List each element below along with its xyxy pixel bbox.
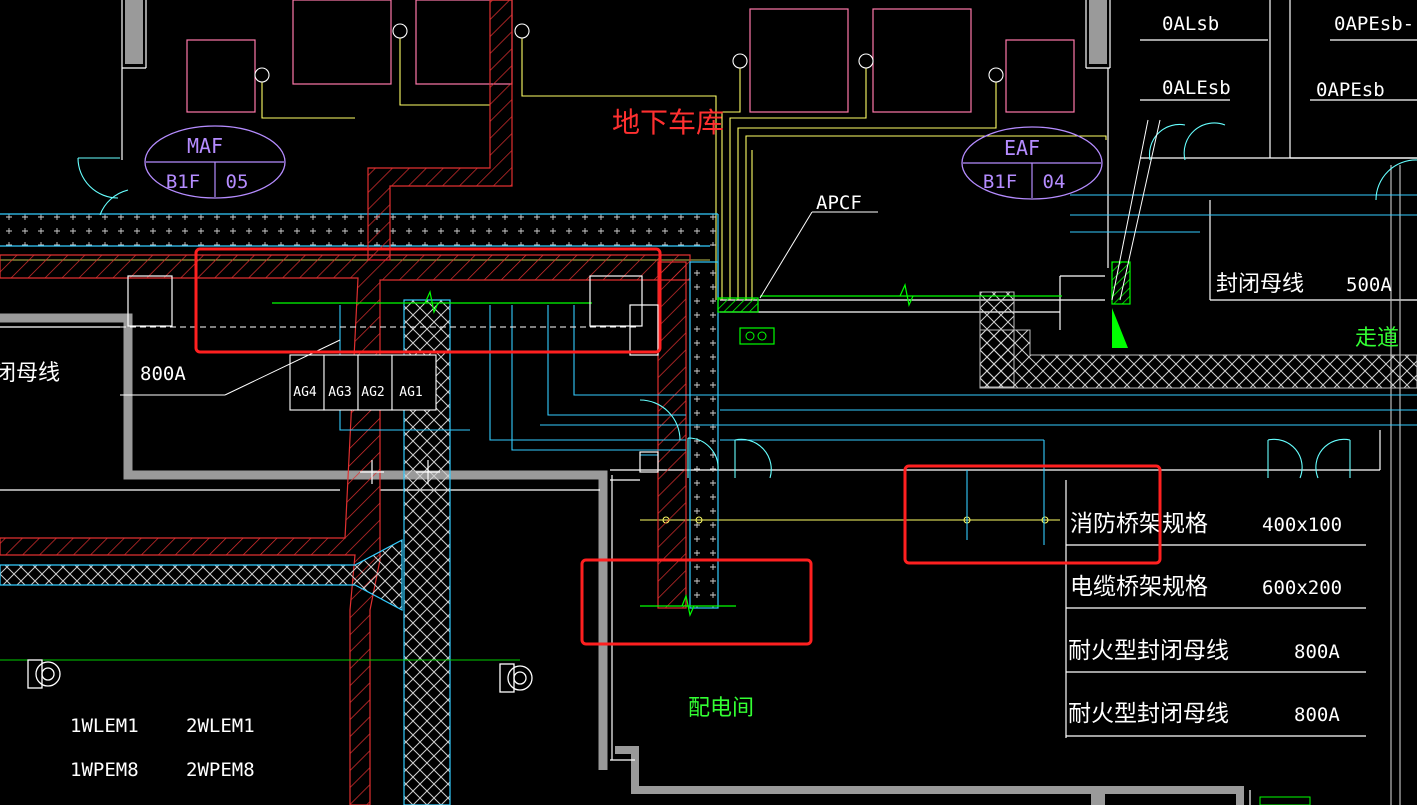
legend-value: 600x200 (1262, 577, 1342, 599)
room-tag-floor: B1F (983, 171, 1017, 193)
legend-name: 消防桥架规格 (1070, 511, 1208, 537)
busbar-top-rating: 500A (1346, 274, 1392, 296)
room-tag-num: 05 (226, 171, 249, 193)
light-fixture-icon (732, 53, 748, 69)
panel-label-oalsb: 0ALsb (1162, 13, 1219, 35)
door-icon (734, 438, 772, 479)
light-fixture-icon (392, 23, 408, 39)
light-fixture-icon (254, 67, 270, 83)
equipment-box (186, 39, 256, 113)
room-tag-name: MAF (187, 134, 223, 158)
right-panel (1111, 119, 1161, 348)
apcf-label: APCF (816, 192, 862, 214)
legend-table: 消防桥架规格 400x100 电缆桥架规格 600x200 耐火型封闭母线 80… (1068, 511, 1342, 727)
equipment-boxes (186, 0, 1075, 113)
room-label: 配电间 (688, 696, 754, 721)
door-icon (77, 157, 120, 199)
legend-value: 800A (1294, 641, 1340, 663)
room-tag-name: EAF (1004, 136, 1040, 160)
light-fixture-icon (858, 53, 874, 69)
light-fixture-icon (988, 67, 1004, 83)
room-tag-maf: MAF B1F 05 (144, 125, 286, 199)
ag-label: AG3 (328, 385, 351, 400)
ag-label: AG1 (399, 385, 422, 400)
meter-label: 2WPEM8 (186, 759, 255, 781)
ag-label: AG4 (293, 385, 317, 400)
area-title-label: 地下车库 (612, 106, 724, 139)
door-icon (1375, 159, 1417, 201)
equipment-box (1005, 39, 1075, 113)
light-fixtures (254, 23, 1004, 83)
equipment-box (749, 8, 849, 113)
door-icon (1148, 122, 1226, 161)
panel-label-alesb: 0ALEsb (1162, 77, 1231, 99)
panel-label-oapesb-minus: 0APEsb- (1334, 13, 1414, 35)
corridor-label: 走道 (1355, 326, 1399, 351)
meter-label: 1WLEM1 (70, 715, 139, 737)
apcf-panel (717, 211, 878, 345)
room-tag-eaf: EAF B1F 04 (961, 126, 1103, 200)
wall-bottom (615, 746, 1244, 805)
meter-icon (27, 659, 61, 689)
meters (27, 659, 533, 693)
cad-drawing-canvas[interactable]: MAF B1F 05 EAF B1F 04 AG4 AG3 AG2 AG1 0A… (0, 0, 1417, 805)
legend-value: 800A (1294, 704, 1340, 726)
busbar-left-label: 闭母线 (0, 361, 60, 386)
light-fixture-icon (514, 23, 530, 39)
equipment-box (872, 8, 972, 113)
equipment-box (292, 0, 392, 85)
meter-label: 2WLEM1 (186, 715, 255, 737)
room-tag-floor: B1F (166, 171, 200, 193)
legend-name: 耐火型封闭母线 (1068, 638, 1229, 664)
legend-value: 400x100 (1262, 514, 1342, 536)
panel-label-apesb: 0APEsb (1316, 79, 1385, 101)
busbar-top-label: 封闭母线 (1216, 272, 1304, 297)
room-tag-num: 04 (1043, 171, 1066, 193)
meter-icon (499, 663, 533, 693)
legend-name: 电缆桥架规格 (1070, 574, 1208, 600)
ag-boxes: AG4 AG3 AG2 AG1 (120, 339, 440, 484)
legend-name: 耐火型封闭母线 (1068, 701, 1229, 727)
meter-label: 1WPEM8 (70, 759, 139, 781)
door-icon (1267, 438, 1351, 479)
busbar-left-rating: 800A (140, 363, 186, 385)
ag-label: AG2 (361, 385, 384, 400)
